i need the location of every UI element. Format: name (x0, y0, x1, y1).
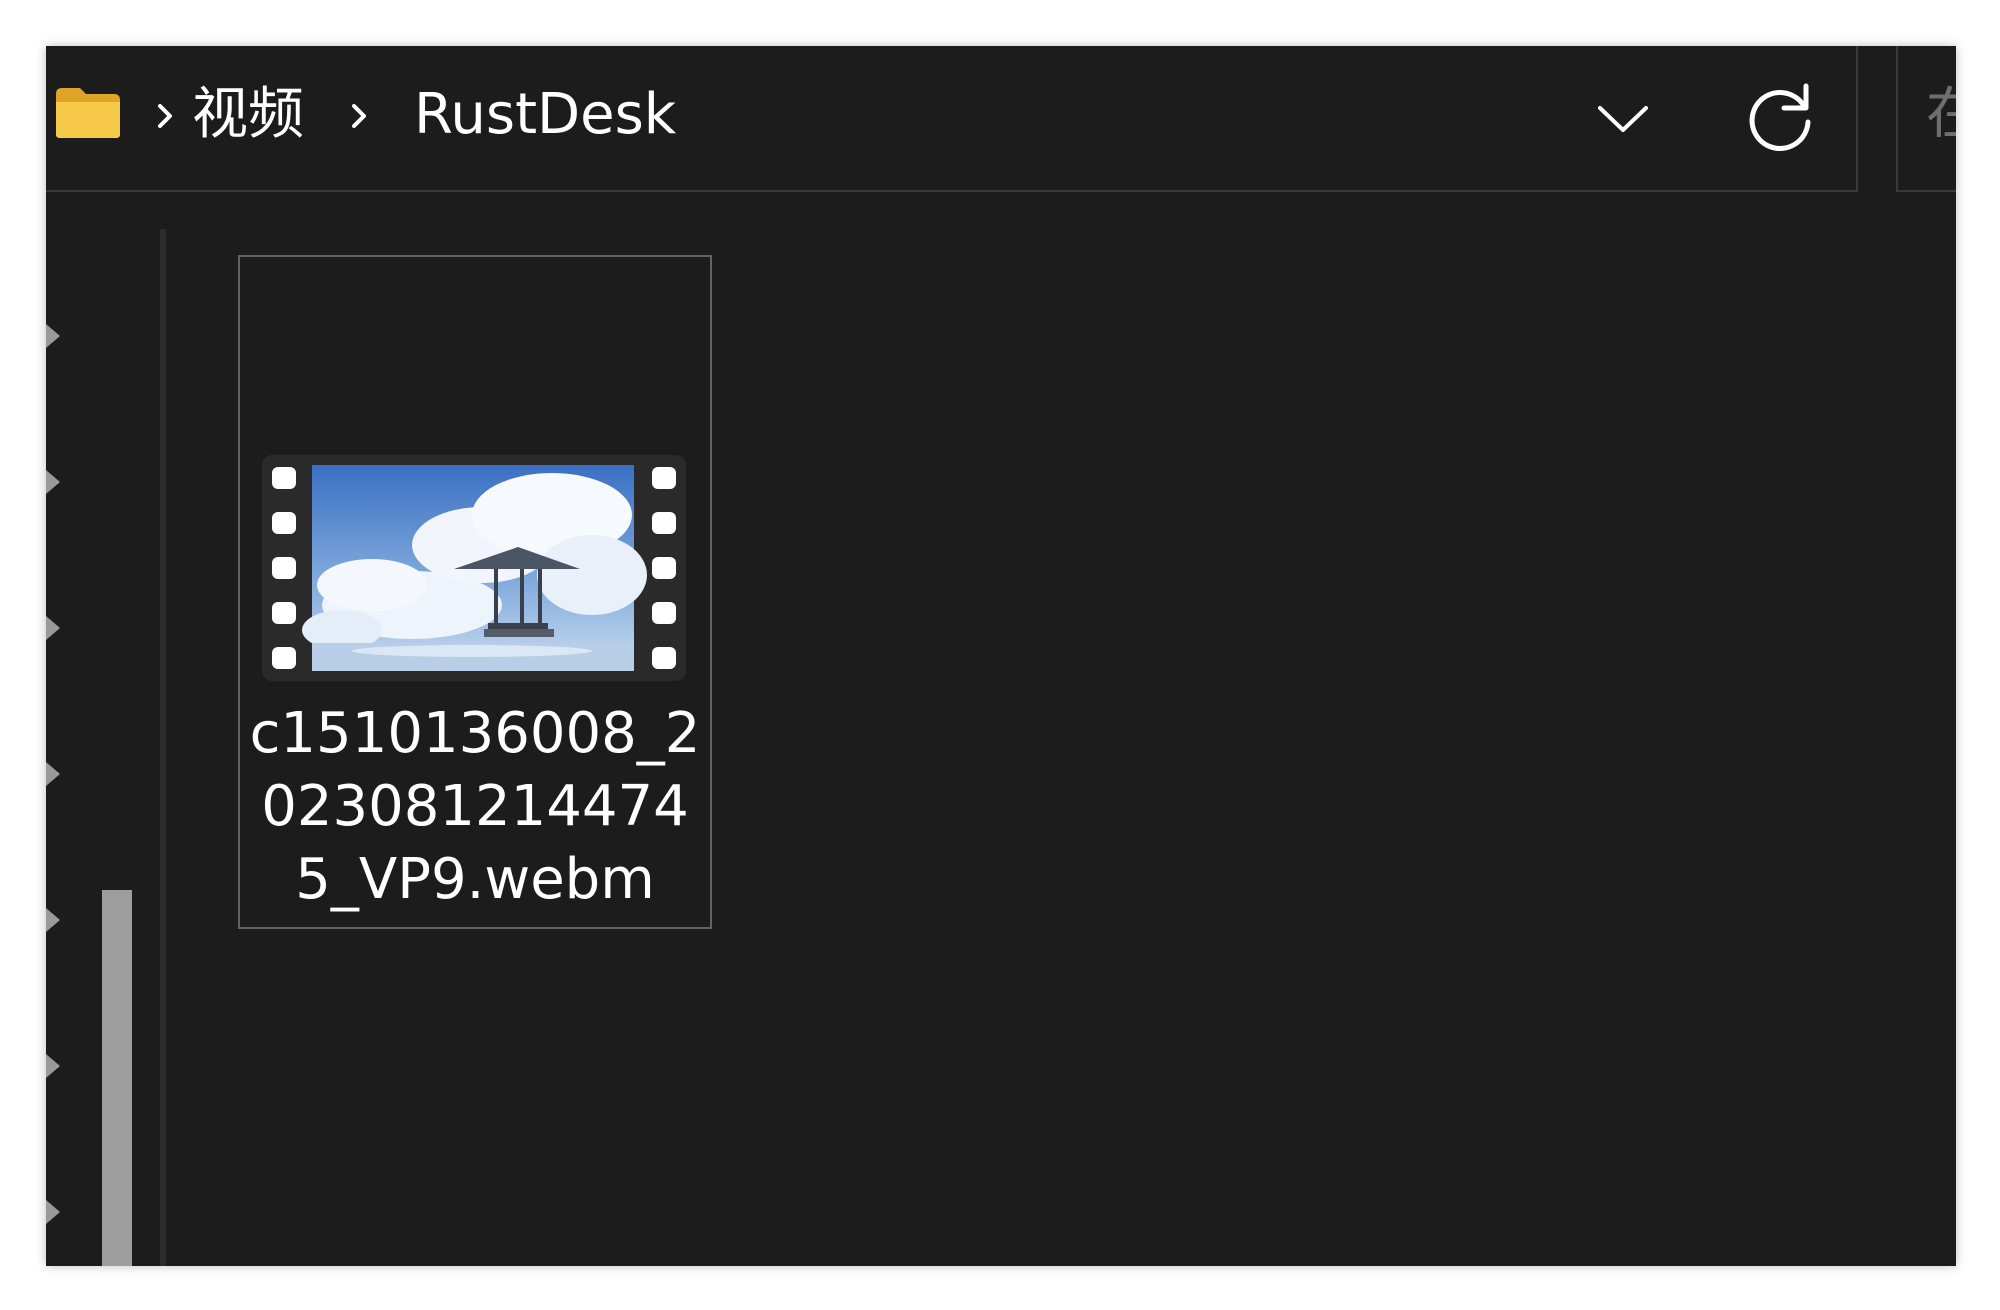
video-thumbnail-icon (262, 455, 686, 681)
expand-chevron-icon[interactable] (46, 904, 66, 936)
chevron-right-icon (158, 104, 172, 128)
refresh-icon[interactable] (1738, 76, 1822, 160)
search-placeholder: 在 (1926, 82, 1956, 148)
nav-scrollbar[interactable] (102, 890, 132, 1266)
file-explorer-window: 视频 RustDesk 在 (46, 46, 1956, 1266)
chevron-down-icon[interactable] (1588, 88, 1658, 148)
chevron-right-icon (352, 104, 366, 128)
search-input[interactable]: 在 (1896, 46, 1956, 192)
address-bar[interactable]: 视频 RustDesk (46, 46, 1858, 192)
expand-chevron-icon[interactable] (46, 758, 66, 790)
pane-divider[interactable] (160, 229, 166, 1266)
expand-chevron-icon[interactable] (46, 466, 66, 498)
folder-icon (56, 88, 120, 138)
file-item[interactable]: c1510136008_2023081214474 5_VP9.webm (238, 255, 712, 929)
breadcrumb-rustdesk[interactable]: RustDesk (414, 82, 676, 148)
expand-chevron-icon[interactable] (46, 612, 66, 644)
breadcrumb-videos[interactable]: 视频 (192, 82, 304, 148)
expand-chevron-icon[interactable] (46, 1050, 66, 1082)
expand-chevron-icon[interactable] (46, 320, 66, 352)
navigation-pane (46, 192, 166, 1266)
file-name-label: c1510136008_2023081214474 5_VP9.webm (249, 701, 701, 912)
expand-chevron-icon[interactable] (46, 1196, 66, 1228)
